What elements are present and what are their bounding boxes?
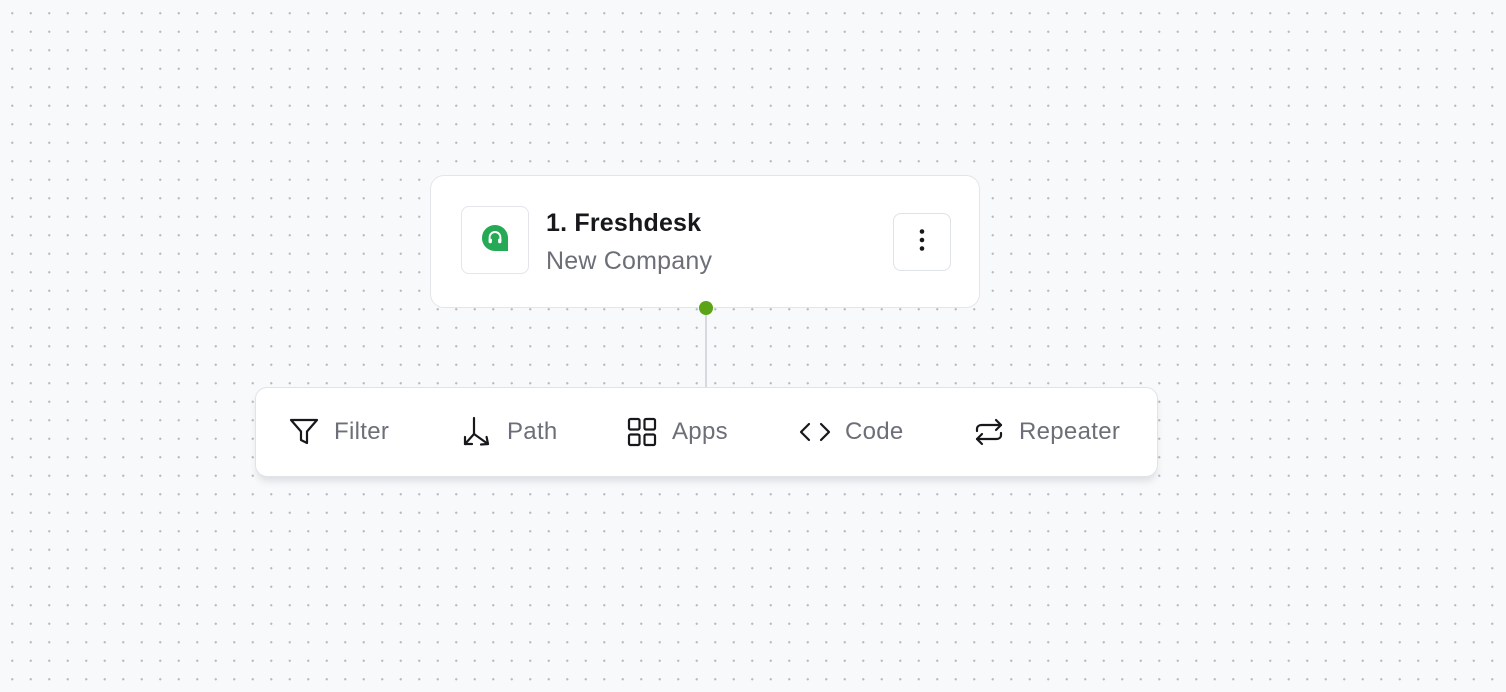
apps-grid-icon [625, 415, 659, 449]
code-brackets-icon [798, 415, 832, 449]
apps-label: Apps [672, 418, 728, 445]
more-vertical-icon [919, 228, 925, 257]
connector-line [705, 312, 707, 390]
apps-button[interactable]: Apps [625, 388, 728, 476]
filter-label: Filter [334, 418, 390, 445]
filter-button[interactable]: Filter [287, 388, 389, 476]
add-step-toolbar: Filter Path Apps Code Repeater [255, 387, 1158, 477]
path-split-icon [460, 415, 494, 449]
repeat-arrows-icon [972, 415, 1006, 449]
freshdesk-logo-icon [481, 224, 509, 257]
workflow-canvas[interactable]: 1. Freshdesk New Company Filter Path App… [0, 0, 1506, 692]
step-subtitle: New Company [546, 247, 713, 275]
path-button[interactable]: Path [460, 388, 558, 476]
app-logo-box [461, 206, 529, 274]
code-button[interactable]: Code [798, 388, 904, 476]
repeater-label: Repeater [1019, 418, 1121, 445]
repeater-button[interactable]: Repeater [972, 388, 1120, 476]
step-output-connector[interactable] [699, 301, 713, 315]
path-label: Path [507, 418, 558, 445]
code-label: Code [845, 418, 904, 445]
step-title: 1. Freshdesk [546, 209, 702, 237]
step-menu-button[interactable] [893, 213, 951, 271]
workflow-step-card[interactable]: 1. Freshdesk New Company [430, 175, 980, 308]
filter-funnel-icon [287, 415, 321, 449]
